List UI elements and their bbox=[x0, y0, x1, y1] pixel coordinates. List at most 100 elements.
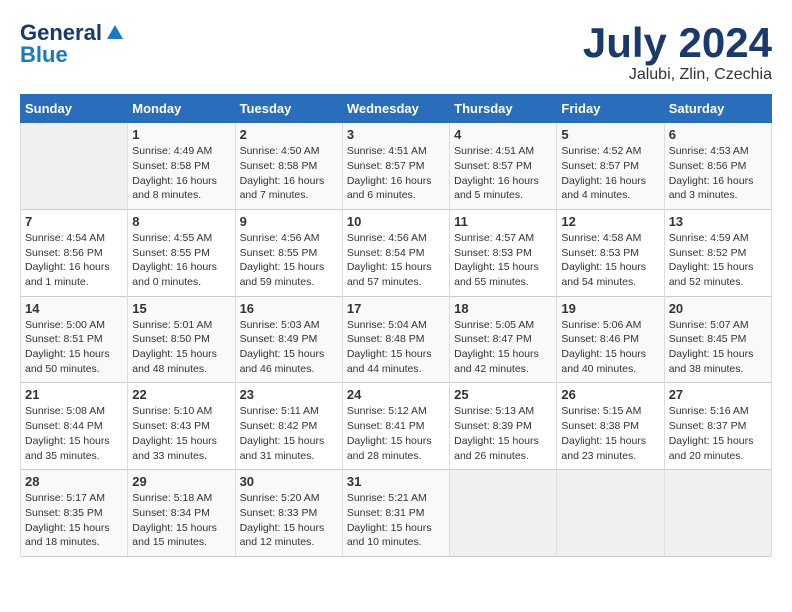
calendar-cell: 12Sunrise: 4:58 AM Sunset: 8:53 PM Dayli… bbox=[557, 209, 664, 296]
page-header: General Blue July 2024 Jalubi, Zlin, Cze… bbox=[20, 20, 772, 84]
calendar-cell: 17Sunrise: 5:04 AM Sunset: 8:48 PM Dayli… bbox=[342, 296, 449, 383]
day-number: 20 bbox=[669, 301, 767, 316]
calendar-week-row: 21 Sunrise: 5:08 AM Sunset: 8:44 PM Dayli… bbox=[21, 383, 772, 470]
calendar-cell: 3 Sunrise: 4:51 AM Sunset: 8:57 PM Daylig… bbox=[342, 123, 449, 210]
day-number: 1 bbox=[132, 127, 230, 142]
calendar-day-header: Saturday bbox=[664, 95, 771, 123]
logo-blue: Blue bbox=[20, 42, 68, 68]
day-number: 19 bbox=[561, 301, 659, 316]
calendar-cell: 23 Sunrise: 5:11 AM Sunset: 8:42 PM Dayli… bbox=[235, 383, 342, 470]
day-number: 8 bbox=[132, 214, 230, 229]
calendar-day-header: Tuesday bbox=[235, 95, 342, 123]
day-info: Sunrise: 4:56 AM Sunset: 8:54 PM Dayligh… bbox=[347, 231, 445, 290]
day-number: 30 bbox=[240, 474, 338, 489]
day-number: 23 bbox=[240, 387, 338, 402]
calendar-cell: 28 Sunrise: 5:17 AM Sunset: 8:35 PM Dayli… bbox=[21, 470, 128, 557]
day-info: Sunrise: 4:51 AM Sunset: 8:57 PM Dayligh… bbox=[347, 144, 445, 203]
calendar-cell: 27 Sunrise: 5:16 AM Sunset: 8:37 PM Dayli… bbox=[664, 383, 771, 470]
calendar-cell bbox=[21, 123, 128, 210]
calendar-cell: 6 Sunrise: 4:53 AM Sunset: 8:56 PM Daylig… bbox=[664, 123, 771, 210]
day-number: 24 bbox=[347, 387, 445, 402]
day-info: Sunrise: 5:16 AM Sunset: 8:37 PM Dayligh… bbox=[669, 404, 767, 463]
calendar-cell: 31 Sunrise: 5:21 AM Sunset: 8:31 PM Dayli… bbox=[342, 470, 449, 557]
calendar-day-header: Monday bbox=[128, 95, 235, 123]
day-number: 10 bbox=[347, 214, 445, 229]
calendar-cell: 29Sunrise: 5:18 AM Sunset: 8:34 PM Dayli… bbox=[128, 470, 235, 557]
calendar-header-row: SundayMondayTuesdayWednesdayThursdayFrid… bbox=[21, 95, 772, 123]
calendar-cell bbox=[557, 470, 664, 557]
calendar-cell: 20 Sunrise: 5:07 AM Sunset: 8:45 PM Dayli… bbox=[664, 296, 771, 383]
day-number: 28 bbox=[25, 474, 123, 489]
day-number: 18 bbox=[454, 301, 552, 316]
day-number: 16 bbox=[240, 301, 338, 316]
day-number: 14 bbox=[25, 301, 123, 316]
day-info: Sunrise: 4:59 AM Sunset: 8:52 PM Dayligh… bbox=[669, 231, 767, 290]
calendar-day-header: Sunday bbox=[21, 95, 128, 123]
day-info: Sunrise: 5:18 AM Sunset: 8:34 PM Dayligh… bbox=[132, 491, 230, 550]
day-info: Sunrise: 5:06 AM Sunset: 8:46 PM Dayligh… bbox=[561, 318, 659, 377]
calendar-cell: 2Sunrise: 4:50 AM Sunset: 8:58 PM Daylig… bbox=[235, 123, 342, 210]
day-number: 31 bbox=[347, 474, 445, 489]
day-info: Sunrise: 5:03 AM Sunset: 8:49 PM Dayligh… bbox=[240, 318, 338, 377]
calendar-week-row: 28 Sunrise: 5:17 AM Sunset: 8:35 PM Dayli… bbox=[21, 470, 772, 557]
logo-icon bbox=[105, 23, 125, 43]
day-number: 13 bbox=[669, 214, 767, 229]
title-area: July 2024 Jalubi, Zlin, Czechia bbox=[583, 20, 772, 84]
calendar-cell: 5Sunrise: 4:52 AM Sunset: 8:57 PM Daylig… bbox=[557, 123, 664, 210]
calendar-cell: 9 Sunrise: 4:56 AM Sunset: 8:55 PM Daylig… bbox=[235, 209, 342, 296]
day-info: Sunrise: 4:56 AM Sunset: 8:55 PM Dayligh… bbox=[240, 231, 338, 290]
day-info: Sunrise: 5:05 AM Sunset: 8:47 PM Dayligh… bbox=[454, 318, 552, 377]
day-info: Sunrise: 5:12 AM Sunset: 8:41 PM Dayligh… bbox=[347, 404, 445, 463]
day-info: Sunrise: 5:21 AM Sunset: 8:31 PM Dayligh… bbox=[347, 491, 445, 550]
calendar-day-header: Thursday bbox=[450, 95, 557, 123]
day-number: 6 bbox=[669, 127, 767, 142]
day-number: 3 bbox=[347, 127, 445, 142]
day-info: Sunrise: 4:51 AM Sunset: 8:57 PM Dayligh… bbox=[454, 144, 552, 203]
day-number: 7 bbox=[25, 214, 123, 229]
day-info: Sunrise: 5:20 AM Sunset: 8:33 PM Dayligh… bbox=[240, 491, 338, 550]
calendar-day-header: Friday bbox=[557, 95, 664, 123]
day-number: 15 bbox=[132, 301, 230, 316]
day-number: 11 bbox=[454, 214, 552, 229]
day-number: 26 bbox=[561, 387, 659, 402]
calendar-cell: 15Sunrise: 5:01 AM Sunset: 8:50 PM Dayli… bbox=[128, 296, 235, 383]
calendar-cell: 18 Sunrise: 5:05 AM Sunset: 8:47 PM Dayli… bbox=[450, 296, 557, 383]
day-info: Sunrise: 4:53 AM Sunset: 8:56 PM Dayligh… bbox=[669, 144, 767, 203]
calendar-body: 1 Sunrise: 4:49 AM Sunset: 8:58 PM Daylig… bbox=[21, 123, 772, 557]
day-number: 21 bbox=[25, 387, 123, 402]
calendar-cell bbox=[450, 470, 557, 557]
calendar-week-row: 1 Sunrise: 4:49 AM Sunset: 8:58 PM Daylig… bbox=[21, 123, 772, 210]
logo: General Blue bbox=[20, 20, 126, 68]
location: Jalubi, Zlin, Czechia bbox=[583, 66, 772, 84]
day-info: Sunrise: 5:00 AM Sunset: 8:51 PM Dayligh… bbox=[25, 318, 123, 377]
calendar-cell: 30 Sunrise: 5:20 AM Sunset: 8:33 PM Dayli… bbox=[235, 470, 342, 557]
day-info: Sunrise: 4:58 AM Sunset: 8:53 PM Dayligh… bbox=[561, 231, 659, 290]
calendar-cell: 1 Sunrise: 4:49 AM Sunset: 8:58 PM Daylig… bbox=[128, 123, 235, 210]
day-info: Sunrise: 5:07 AM Sunset: 8:45 PM Dayligh… bbox=[669, 318, 767, 377]
calendar-cell: 16 Sunrise: 5:03 AM Sunset: 8:49 PM Dayli… bbox=[235, 296, 342, 383]
day-info: Sunrise: 5:08 AM Sunset: 8:44 PM Dayligh… bbox=[25, 404, 123, 463]
day-number: 4 bbox=[454, 127, 552, 142]
day-number: 2 bbox=[240, 127, 338, 142]
day-info: Sunrise: 4:49 AM Sunset: 8:58 PM Dayligh… bbox=[132, 144, 230, 203]
calendar-cell: 13 Sunrise: 4:59 AM Sunset: 8:52 PM Dayli… bbox=[664, 209, 771, 296]
calendar-cell: 8Sunrise: 4:55 AM Sunset: 8:55 PM Daylig… bbox=[128, 209, 235, 296]
day-info: Sunrise: 5:11 AM Sunset: 8:42 PM Dayligh… bbox=[240, 404, 338, 463]
calendar-week-row: 14 Sunrise: 5:00 AM Sunset: 8:51 PM Dayli… bbox=[21, 296, 772, 383]
calendar-cell: 4 Sunrise: 4:51 AM Sunset: 8:57 PM Daylig… bbox=[450, 123, 557, 210]
day-number: 17 bbox=[347, 301, 445, 316]
calendar-table: SundayMondayTuesdayWednesdayThursdayFrid… bbox=[20, 94, 772, 557]
calendar-day-header: Wednesday bbox=[342, 95, 449, 123]
calendar-cell: 14 Sunrise: 5:00 AM Sunset: 8:51 PM Dayli… bbox=[21, 296, 128, 383]
calendar-cell bbox=[664, 470, 771, 557]
day-number: 27 bbox=[669, 387, 767, 402]
day-info: Sunrise: 5:17 AM Sunset: 8:35 PM Dayligh… bbox=[25, 491, 123, 550]
day-number: 9 bbox=[240, 214, 338, 229]
calendar-cell: 7Sunrise: 4:54 AM Sunset: 8:56 PM Daylig… bbox=[21, 209, 128, 296]
day-info: Sunrise: 4:57 AM Sunset: 8:53 PM Dayligh… bbox=[454, 231, 552, 290]
calendar-cell: 19 Sunrise: 5:06 AM Sunset: 8:46 PM Dayli… bbox=[557, 296, 664, 383]
day-number: 22 bbox=[132, 387, 230, 402]
calendar-cell: 25Sunrise: 5:13 AM Sunset: 8:39 PM Dayli… bbox=[450, 383, 557, 470]
calendar-cell: 24 Sunrise: 5:12 AM Sunset: 8:41 PM Dayli… bbox=[342, 383, 449, 470]
calendar-cell: 10 Sunrise: 4:56 AM Sunset: 8:54 PM Dayli… bbox=[342, 209, 449, 296]
